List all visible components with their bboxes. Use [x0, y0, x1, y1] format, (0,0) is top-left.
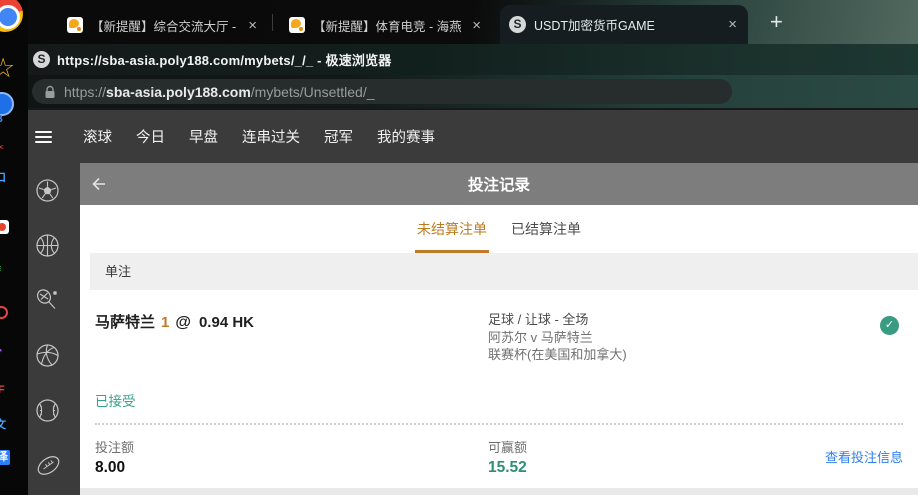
lock-icon[interactable]	[44, 85, 56, 99]
browser-tab-1[interactable]: 【新提醒】综合交流大厅 - 海燕策略 ×	[58, 6, 268, 44]
back-arrow-icon[interactable]	[90, 175, 108, 193]
betting-app: 滚球 今日 早盘 连串过关 冠军 我的赛事	[28, 108, 918, 495]
desktop-shortcut-icon[interactable]	[0, 306, 8, 319]
volleyball-icon[interactable]	[34, 342, 61, 369]
window-title-bar: S https://sba-asia.poly188.com/mybets/_/…	[28, 44, 918, 75]
star-shortcut-icon[interactable]: ☆	[0, 53, 15, 84]
tab-title: 【新提醒】体育电竞 - 海燕策略论坛	[313, 16, 462, 35]
bet-card: 马萨特兰 1 @0.94 HK 足球 / 让球 - 全场 阿苏尔 v 马萨特兰 联赛…	[80, 311, 918, 477]
desktop-shortcut-icon[interactable]: IF	[0, 383, 10, 398]
baseball-icon[interactable]	[34, 397, 61, 424]
nav-item-outright[interactable]: 冠军	[324, 126, 353, 147]
tab-strip: 【新提醒】综合交流大厅 - 海燕策略 × 【新提醒】体育电竞 - 海燕策略论坛 …	[28, 0, 918, 44]
haiyan-favicon-icon	[289, 17, 305, 33]
desktop-shortcut-icon[interactable]: 口	[0, 171, 10, 186]
at-symbol: @	[175, 314, 191, 331]
desktop-shortcut-icon[interactable]: ◔	[0, 343, 10, 358]
nav-item-my-events[interactable]: 我的赛事	[377, 126, 435, 147]
globe-favicon-icon: S	[509, 16, 526, 33]
weibo-shortcut-icon[interactable]	[0, 220, 9, 234]
app-top-nav: 滚球 今日 早盘 连串过关 冠军 我的赛事	[28, 110, 918, 163]
odds-value: 0.94 HK	[199, 314, 254, 331]
bet-status-tabs: 未结算注单 已结算注单	[80, 205, 918, 253]
nav-item-early[interactable]: 早盘	[189, 126, 218, 147]
tab-close-icon[interactable]: ×	[470, 18, 483, 33]
bet-status-accepted: 已接受	[95, 390, 903, 410]
page-title: 投注记录	[468, 173, 530, 195]
stake-label: 投注额	[95, 437, 488, 456]
sports-sidebar	[28, 163, 80, 495]
desktop-shortcut-icon[interactable]: ✂	[0, 141, 10, 156]
bet-selection-line: 马萨特兰 1 @0.94 HK	[95, 311, 488, 364]
american-football-icon[interactable]	[34, 452, 63, 479]
translate-shortcut-icon[interactable]: 泽	[0, 450, 10, 465]
tab-close-icon[interactable]: ×	[726, 17, 739, 32]
tab-separator	[272, 14, 273, 31]
new-tab-button[interactable]: +	[770, 9, 783, 35]
tab-title: 【新提醒】综合交流大厅 - 海燕策略	[91, 16, 238, 35]
browser-chrome: 【新提醒】综合交流大厅 - 海燕策略 × 【新提醒】体育电竞 - 海燕策略论坛 …	[28, 0, 918, 108]
address-bar[interactable]: https://sba-asia.poly188.com/mybets/Unse…	[32, 79, 732, 104]
selection-name: 马萨特兰	[95, 314, 155, 331]
page-header: 投注记录	[80, 163, 918, 205]
browser-tab-3-active[interactable]: S USDT加密货币GAME ×	[500, 5, 748, 44]
market-name: 足球 / 让球 - 全场	[488, 311, 863, 329]
tab-title: USDT加密货币GAME	[534, 15, 718, 34]
market-info: 足球 / 让球 - 全场 阿苏尔 v 马萨特兰 联赛杯(在美国和加拿大)	[488, 311, 863, 364]
desktop-edge-strip: ☆ B ✂ 口 ≡ ◔ IF 文 泽	[0, 0, 28, 495]
nav-item-live[interactable]: 滚球	[83, 126, 112, 147]
stake-value: 8.00	[95, 459, 488, 477]
view-bet-info-link[interactable]: 查看投注信息	[825, 447, 903, 466]
soccer-icon[interactable]	[34, 177, 61, 204]
desktop-shortcut-icon[interactable]: B	[0, 112, 10, 127]
screen: ☆ B ✂ 口 ≡ ◔ IF 文 泽 【新提醒】综合交流大厅 - 海燕策略 × …	[0, 0, 918, 495]
nav-items: 滚球 今日 早盘 连串过关 冠军 我的赛事	[83, 126, 435, 147]
next-section-band	[80, 488, 918, 495]
url-text: https://sba-asia.poly188.com/mybets/Unse…	[64, 84, 375, 100]
tab-unsettled[interactable]: 未结算注单	[415, 205, 489, 253]
nav-item-today[interactable]: 今日	[136, 126, 165, 147]
address-bar-row: https://sba-asia.poly188.com/mybets/Unse…	[28, 75, 918, 108]
accepted-check-icon: ✓	[880, 316, 899, 335]
desktop-shortcut-icon[interactable]: 文	[0, 418, 10, 433]
window-title: https://sba-asia.poly188.com/mybets/_/_ …	[57, 50, 392, 69]
chrome-logo-icon[interactable]	[0, 0, 23, 32]
nav-item-parlay[interactable]: 连串过关	[242, 126, 300, 147]
dotted-divider	[95, 423, 903, 425]
competition-name: 联赛杯(在美国和加拿大)	[488, 346, 863, 364]
stake-block: 投注额 8.00	[95, 437, 488, 477]
tab-settled[interactable]: 已结算注单	[509, 205, 583, 253]
globe-page-icon: S	[33, 51, 50, 68]
hamburger-menu-icon[interactable]	[35, 131, 52, 143]
basketball-icon[interactable]	[34, 232, 61, 259]
handicap-value: 1	[161, 314, 169, 331]
tennis-icon[interactable]	[34, 287, 61, 314]
fixture-name: 阿苏尔 v 马萨特兰	[488, 329, 863, 347]
bet-history-page: 投注记录 未结算注单 已结算注单 单注 马萨特兰 1 @0.94 HK 足球 / 让…	[80, 163, 918, 495]
tab-close-icon[interactable]: ×	[246, 18, 259, 33]
haiyan-favicon-icon	[67, 17, 83, 33]
browser-tab-2[interactable]: 【新提醒】体育电竞 - 海燕策略论坛 ×	[280, 6, 492, 44]
section-label-single-bet: 单注	[90, 253, 918, 290]
desktop-shortcut-icon[interactable]: ≡	[0, 262, 10, 277]
